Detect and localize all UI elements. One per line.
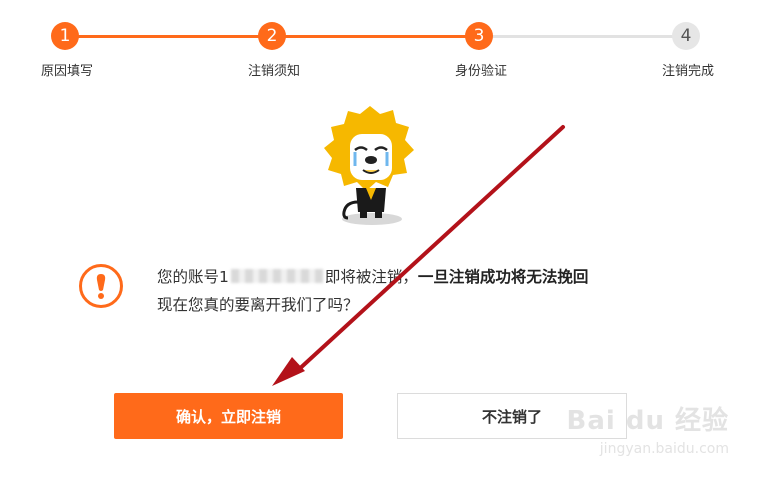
confirmation-question: 现在您真的要离开我们了吗？ (157, 296, 359, 314)
confirm-deactivate-button[interactable]: 确认，立即注销 (114, 393, 343, 439)
stepper-remaining-line (480, 35, 686, 38)
baidu-jingyan-watermark: Bai du 经验 jingyan.baidu.com (567, 400, 730, 457)
progress-stepper: 1 2 3 4 原因填写 注销须知 身份验证 注销完成 (0, 0, 769, 90)
step-3-label: 身份验证 (454, 64, 508, 79)
message-middle: 即将被注销， (324, 268, 418, 286)
message-emphasis: 一旦注销成功将无法挽回 (417, 268, 589, 286)
message-prefix: 您的账号1 (157, 268, 229, 286)
step-4-label: 注销完成 (661, 64, 715, 79)
step-1-circle: 1 (51, 22, 79, 50)
step-4-circle: 4 (672, 22, 700, 50)
warning-exclamation-icon (79, 264, 123, 308)
step-2-label: 注销须知 (247, 64, 301, 79)
step-2-circle: 2 (258, 22, 286, 50)
step-3-circle: 3 (465, 22, 493, 50)
crying-lion-mascot-illustration (322, 104, 418, 234)
step-1-label: 原因填写 (40, 64, 94, 79)
watermark-url: jingyan.baidu.com (599, 441, 729, 457)
watermark-logo-text: Bai du 经验 (566, 406, 729, 436)
masked-account-number (230, 269, 323, 283)
deactivation-warning-message: 您的账号1 即将被注销，一旦注销成功将无法挽回 (157, 265, 588, 287)
